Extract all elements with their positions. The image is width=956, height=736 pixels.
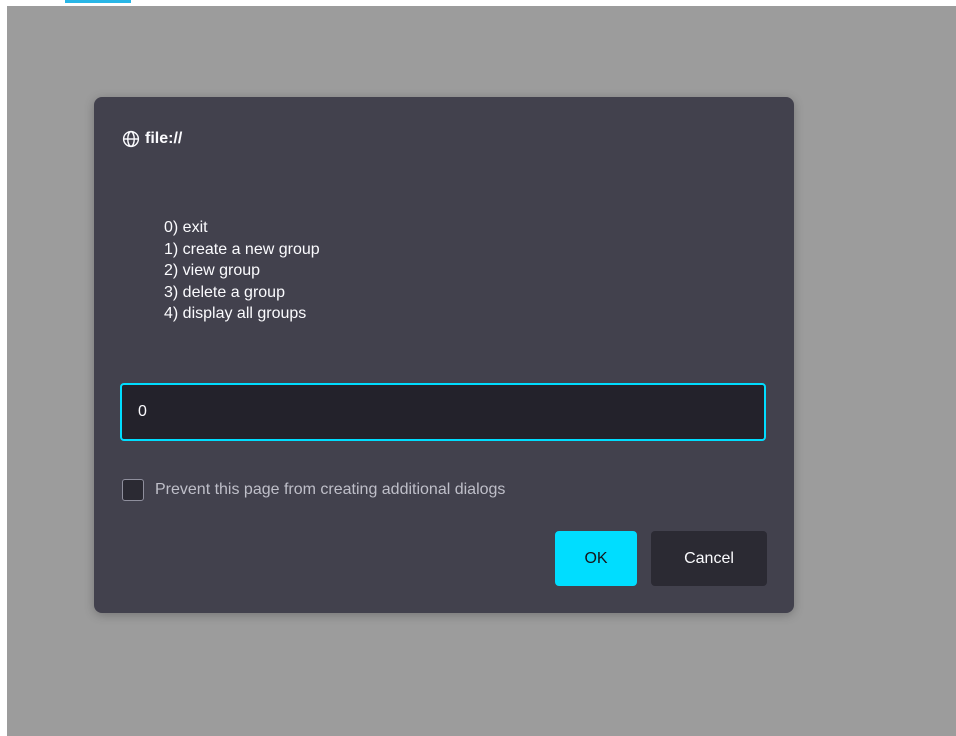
message-line: 0) exit <box>164 219 208 236</box>
globe-icon <box>122 130 140 148</box>
prompt-dialog: file:// 0) exit 1) create a new group 2)… <box>94 97 794 613</box>
message-line: 3) delete a group <box>164 283 285 301</box>
origin-text: file:// <box>145 130 183 147</box>
prevent-dialogs-label[interactable]: Prevent this page from creating addition… <box>155 481 505 499</box>
prompt-input[interactable] <box>120 383 766 441</box>
message-line: 1) create a new group <box>164 240 320 258</box>
prevent-dialogs-option[interactable]: Prevent this page from creating addition… <box>122 479 505 501</box>
message-line: 4) display all groups <box>164 305 307 322</box>
dialog-origin: file:// <box>122 129 182 149</box>
cancel-button[interactable]: Cancel <box>651 531 767 586</box>
prevent-dialogs-checkbox[interactable] <box>122 479 144 501</box>
message-line: 2) view group <box>164 262 261 279</box>
page: file:// 0) exit 1) create a new group 2)… <box>0 0 956 736</box>
active-tab-indicator <box>65 0 131 3</box>
ok-button[interactable]: OK <box>555 531 637 586</box>
dialog-message: 0) exit 1) create a new group 2) view gr… <box>164 217 320 325</box>
